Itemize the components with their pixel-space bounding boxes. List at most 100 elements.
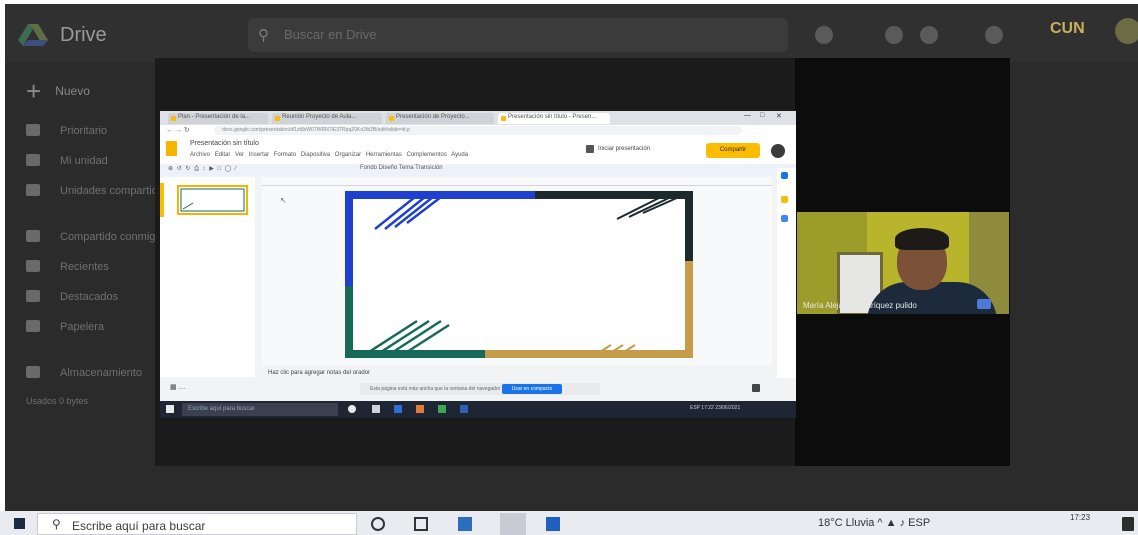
taskbar-search-input[interactable]: ⚲ Escribe aquí para buscar [37,513,357,535]
apps-grid-icon[interactable] [985,26,1003,44]
toolbar-buttons[interactable]: ⊕ ↺ ↻ ⎙ ↕ ▶ □ ◯ ∕ [168,165,237,173]
participant-hair [895,228,949,250]
cortana-icon[interactable] [371,517,385,531]
cloud-icon [26,366,40,378]
keep-icon[interactable] [781,196,788,203]
sidebar-item-priority[interactable]: Prioritario [26,124,107,142]
sidebar-item-trash[interactable]: Papelera [26,320,104,338]
files-icon[interactable] [416,405,424,413]
menu-item[interactable]: Editar [215,152,231,158]
slide[interactable] [345,191,693,358]
filmstrip-selection [160,183,164,217]
drive-title: Drive [60,24,107,46]
maximize-icon[interactable]: □ [760,112,764,119]
windows-start-icon[interactable] [14,518,25,529]
tasks-icon[interactable] [781,215,788,222]
plus-icon: + [26,76,42,106]
toolbar-text-buttons[interactable]: Fondo Diseño Tema Transición [360,165,443,171]
chrome-icon[interactable] [500,513,526,535]
thumbnail-frame [180,188,245,212]
browser-tab[interactable]: Reunión Proyecto de Aula... [272,113,382,124]
minimize-icon[interactable]: — [744,112,751,119]
close-icon[interactable]: ✕ [776,112,782,120]
sidebar-item-shared-drives[interactable]: Unidades compartidas [26,184,169,202]
task-view-icon[interactable] [414,517,428,531]
shared-drives-icon [26,184,40,196]
task-view-icon[interactable] [372,405,380,413]
avatar[interactable] [1115,18,1138,44]
slides-toolbar [160,164,796,176]
sidebar-item-shared[interactable]: Compartido conmigo [26,230,162,248]
drive-search-input[interactable]: ⚲ Buscar en Drive [248,18,788,52]
sidebar-item-label: Destacados [60,291,119,303]
view-toggle-icon[interactable]: ▦ … [170,383,186,391]
mail-icon[interactable] [394,405,402,413]
tab-label: Reunión Proyecto de Aula... [282,114,357,120]
tab-label: Plan - Presentación de la... [178,114,251,120]
tab-favicon [501,116,506,121]
sidebar-item-label: Almacenamiento [60,367,142,379]
word-icon[interactable] [546,517,560,531]
nav-arrows-icon[interactable]: ← → ↻ [166,126,190,134]
comments-icon[interactable] [586,145,594,153]
explore-icon[interactable] [752,384,760,392]
word-icon[interactable] [460,405,468,413]
document-title[interactable]: Presentación sin título [190,140,259,147]
windows-start-icon[interactable] [166,405,174,413]
org-logo: CUN [1050,20,1085,37]
new-button-label: Nuevo [55,84,90,98]
tab-label: Presentación sin título - Presen... [508,114,597,120]
tab-favicon [389,116,394,121]
notifications-icon[interactable] [1122,517,1134,531]
slide-thumbnail[interactable] [177,185,248,215]
tab-favicon [171,116,176,121]
sidebar-item-my-drive[interactable]: Mi unidad [26,154,108,172]
slides-logo-icon [166,141,177,156]
menu-item[interactable]: Diapositiva [301,152,330,158]
menu-item[interactable]: Complementos [407,152,447,158]
menu-item[interactable]: Formato [274,152,296,158]
sidebar-item-starred[interactable]: Destacados [26,290,118,308]
calendar-icon[interactable] [781,172,788,179]
gear-icon[interactable] [920,26,938,44]
menu-item[interactable]: Ayuda [451,152,468,158]
participant-name: María Alejandra Enríquez pulido [803,301,917,310]
share-button[interactable]: Compartir [706,143,760,158]
search-icon: ⚲ [52,517,61,531]
url-input[interactable]: docs.google.com/presentation/d/1zt8xW0TW… [214,126,742,135]
browser-tab[interactable]: Presentación de Proyecto... [386,113,494,124]
tab-label: Presentación de Proyecto... [396,114,470,120]
avatar[interactable] [771,144,785,158]
star-icon [26,290,40,302]
compact-button[interactable]: Usar en compacto [502,384,562,394]
inner-search-input[interactable]: Escribe aquí para buscar [182,403,338,416]
priority-icon [26,124,40,136]
new-button[interactable]: + Nuevo [26,76,90,107]
shared-icon [26,230,40,242]
sidebar-item-storage[interactable]: Almacenamiento [26,366,142,384]
menu-item[interactable]: Ver [235,152,244,158]
mail-icon[interactable] [458,517,472,531]
present-button[interactable]: Iniciar presentación [598,146,650,152]
search-icon: ⚲ [258,27,269,44]
chrome-icon[interactable] [438,405,446,413]
menu-item[interactable]: Archivo [190,152,210,158]
compact-notice: Esta página está más ancha que la ventan… [360,383,600,395]
drive-search-placeholder: Buscar en Drive [284,27,377,42]
menu-item[interactable]: Organizar [335,152,361,158]
sidebar-item-recent[interactable]: Recientes [26,260,109,278]
menu-item[interactable]: Herramientas [366,152,402,158]
clock[interactable]: 17:23 [1070,513,1090,523]
browser-tab[interactable]: Plan - Presentación de la... [168,113,268,124]
participant-video[interactable]: María Alejandra Enríquez pulido [797,212,1009,314]
help-icon[interactable] [815,26,833,44]
trash-icon [26,320,40,332]
menu-item[interactable]: Insertar [249,152,269,158]
settings-icon[interactable] [885,26,903,44]
my-drive-icon [26,154,40,166]
menu-bar[interactable]: Archivo Editar Ver Insertar Formato Diap… [190,152,468,158]
speaker-notes[interactable]: Haz clic para agregar notas del orador [268,370,370,376]
cursor-icon: ↖ [280,196,287,205]
browser-tab-active[interactable]: Presentación sin título - Presen... [498,113,610,124]
cortana-icon[interactable] [348,405,356,413]
